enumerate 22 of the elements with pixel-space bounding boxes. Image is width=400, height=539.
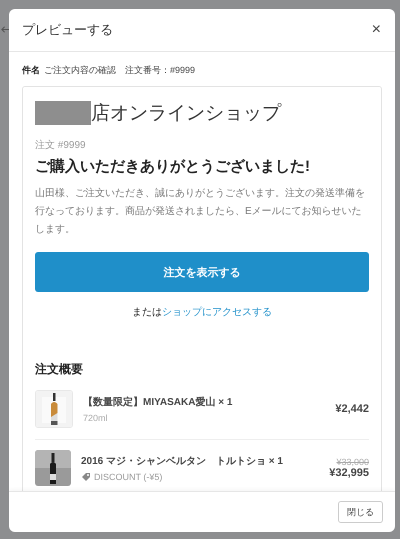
or-text: または (132, 307, 162, 318)
item-variant: 720ml (83, 413, 109, 423)
back-arrow-icon (1, 25, 10, 34)
item-price: ¥32,995 (329, 467, 369, 479)
item-name: 2016 マジ・シャンベルタン トルトショ × 1 (81, 455, 284, 468)
tag-icon (81, 472, 91, 482)
dialog-title: プレビューする (22, 21, 113, 39)
close-dialog-button[interactable]: 閉じる (338, 501, 383, 523)
subject-label: 件名 (22, 64, 40, 77)
message-text: 山田様、ご注文いただき、誠にありがとうございます。注文の発送準備を行なっております。商品が発送されましたら、Eメールにてお知らせいたします。 (35, 186, 366, 237)
view-order-button[interactable]: 注文を表示する (35, 252, 369, 292)
shop-name: 店オンラインショップ (91, 102, 281, 126)
subject-text: ご注文内容の確認 注文番号：#9999 (44, 64, 196, 77)
order-number: 注文 #9999 (35, 138, 87, 152)
item-price: ¥2,442 (335, 403, 369, 415)
summary-title: 注文概要 (35, 361, 84, 378)
close-button[interactable]: × (368, 21, 385, 39)
discount-text: DISCOUNT (-¥5) (94, 472, 162, 482)
thanks-heading: ご購入いただきありがとうございました! (35, 157, 311, 176)
item-name: 【数量限定】MIYASAKA愛山 × 1 (83, 395, 234, 409)
original-price: ¥33,000 (336, 457, 369, 467)
shop-link[interactable]: ショップにアクセスする (162, 307, 272, 318)
